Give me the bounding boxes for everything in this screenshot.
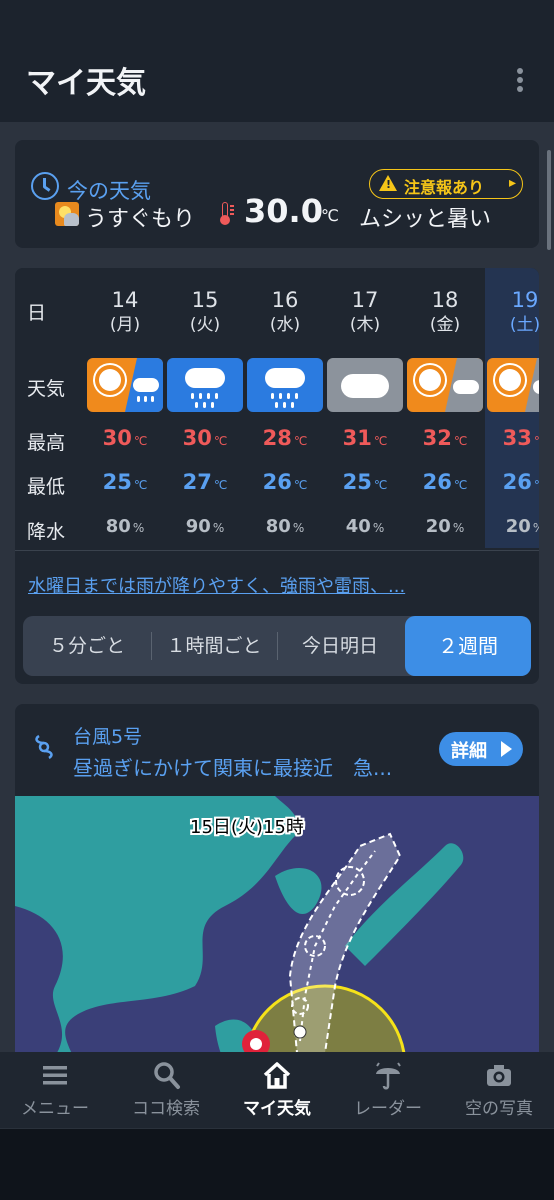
typhoon-icon bbox=[35, 734, 53, 760]
detail-button[interactable]: 詳細 bbox=[439, 732, 523, 766]
low-temp: 27 ℃ bbox=[182, 470, 228, 494]
typhoon-text: 昼過ぎにかけて関東に最接近 急... bbox=[73, 756, 393, 780]
page-title: マイ天気 bbox=[26, 66, 146, 101]
forecast-row-labels: 日 天気 最高 最低 降水 bbox=[15, 268, 85, 548]
forecast-summary-link[interactable]: 水曜日までは雨が降りやすく、強雨や雷雨、... bbox=[28, 572, 405, 598]
high-temp: 32 ℃ bbox=[422, 426, 468, 450]
row-label-rain: 降水 bbox=[27, 521, 66, 543]
current-condition: うすぐもり bbox=[85, 207, 196, 232]
high-temp: 31 ℃ bbox=[342, 426, 388, 450]
rain-icon bbox=[167, 358, 243, 412]
forecast-day-column[interactable]: 18 (金) 32 ℃ 26 ℃ 20% bbox=[405, 268, 485, 548]
main-scroll[interactable]: 今の天気 ! 注意報あり ▸ うすぐもり 30.0 ℃ ムシッと暑い 日 天気 … bbox=[0, 122, 554, 1052]
sun-then-cloud-icon bbox=[487, 358, 539, 412]
nav-item-search[interactable]: ココ検索 bbox=[111, 1052, 221, 1128]
sun-then-cloud-icon bbox=[407, 358, 483, 412]
forecast-day-column[interactable]: 16 (水) 28 ℃ 26 ℃ 80% bbox=[245, 268, 325, 548]
system-bar bbox=[0, 1128, 554, 1200]
low-temp: 26℃ bbox=[422, 470, 468, 494]
nav-item-my-weather[interactable]: マイ天気 bbox=[222, 1052, 332, 1128]
day-weekday: (火) bbox=[189, 315, 221, 335]
forecast-day-column[interactable]: 15 (火) 30 ℃ 27 ℃ 90% bbox=[165, 268, 245, 548]
day-weekday: (水) bbox=[269, 315, 301, 335]
day-number: 14 bbox=[111, 288, 139, 312]
low-temp: 26℃ bbox=[502, 470, 539, 494]
rain-chance: 90% bbox=[185, 516, 225, 537]
umbrella-radar-icon bbox=[376, 1062, 401, 1090]
alert-label: 注意報あり bbox=[404, 178, 485, 197]
typhoon-title: 台風5号 bbox=[73, 726, 143, 748]
day-number: 19 bbox=[511, 288, 539, 312]
rain-chance: 20% bbox=[505, 516, 539, 537]
forecast-day-column[interactable]: 14 (月) 30 ℃ 25 ℃ 80% bbox=[85, 268, 165, 548]
high-temp: 30 ℃ bbox=[182, 426, 228, 450]
high-temp: 33℃ bbox=[502, 426, 539, 450]
nav-label: マイ天気 bbox=[243, 1099, 311, 1119]
scrollbar[interactable] bbox=[547, 150, 551, 250]
row-label-low: 最低 bbox=[27, 476, 66, 498]
warning-icon: ! bbox=[379, 175, 397, 191]
current-temperature: 30.0 bbox=[244, 192, 323, 230]
rain-chance: 80% bbox=[265, 516, 305, 537]
detail-label: 詳細 bbox=[451, 741, 487, 762]
nav-label: ココ検索 bbox=[132, 1099, 200, 1119]
tab-5min[interactable]: ５分ごと bbox=[23, 616, 151, 676]
current-weather-card[interactable]: 今の天気 ! 注意報あり ▸ うすぐもり 30.0 ℃ ムシッと暑い bbox=[15, 140, 539, 248]
tab-2weeks[interactable]: ２週間 bbox=[405, 616, 531, 676]
forecast-day-column[interactable]: 17 (木) 31 ℃ 25 ℃ 40% bbox=[325, 268, 405, 548]
forecast-card: 日 天気 最高 最低 降水 14 (月) 30 ℃ 25 ℃ 80% 15 (火) bbox=[15, 268, 539, 684]
day-weekday: (月) bbox=[109, 315, 141, 335]
tab-today-tomorrow[interactable]: 今日明日 bbox=[277, 616, 403, 676]
rain-chance: 80% bbox=[105, 516, 145, 537]
chevron-right-icon: ▸ bbox=[509, 175, 517, 191]
search-icon bbox=[154, 1062, 180, 1089]
nav-label: 空の写真 bbox=[465, 1099, 533, 1119]
thermometer-icon bbox=[220, 202, 234, 225]
rain-icon bbox=[247, 358, 323, 412]
nav-label: メニュー bbox=[21, 1099, 89, 1119]
nav-item-radar[interactable]: レーダー bbox=[333, 1052, 443, 1128]
day-number: 16 bbox=[271, 288, 299, 312]
low-temp: 25 ℃ bbox=[342, 470, 388, 494]
more-options-icon[interactable] bbox=[508, 64, 532, 96]
partly-cloudy-icon bbox=[55, 202, 79, 226]
rain-chance: 20% bbox=[425, 516, 465, 537]
high-temp: 30 ℃ bbox=[102, 426, 148, 450]
temperature-unit: ℃ bbox=[321, 206, 339, 225]
typhoon-map[interactable]: 15日(火)15時 bbox=[15, 796, 539, 1052]
sun-then-rain-icon bbox=[87, 358, 163, 412]
bottom-nav: メニュー ココ検索 マイ天気 レーダー 空の写真 bbox=[0, 1052, 554, 1128]
interval-tabs: ５分ごと １時間ごと 今日明日 ２週間 bbox=[23, 616, 531, 676]
home-icon bbox=[263, 1062, 291, 1089]
low-temp: 26℃ bbox=[262, 470, 308, 494]
play-arrow-icon bbox=[501, 741, 512, 757]
nav-item-menu[interactable]: メニュー bbox=[0, 1052, 110, 1128]
high-temp: 28 ℃ bbox=[262, 426, 308, 450]
menu-icon bbox=[43, 1066, 67, 1085]
row-label-day: 日 bbox=[27, 302, 47, 324]
feel-description: ムシッと暑い bbox=[359, 207, 492, 232]
forecast-day-column[interactable]: 19 (土) 33℃ 26℃ 20% bbox=[485, 268, 539, 548]
rain-chance: 40% bbox=[345, 516, 385, 537]
nav-item-sky-photos[interactable]: 空の写真 bbox=[444, 1052, 554, 1128]
day-number: 18 bbox=[431, 288, 459, 312]
day-weekday: (土) bbox=[509, 315, 539, 335]
camera-icon bbox=[487, 1065, 511, 1086]
app-bar: マイ天気 bbox=[0, 0, 554, 122]
row-label-high: 最高 bbox=[27, 432, 66, 454]
day-weekday: (木) bbox=[349, 315, 381, 335]
nav-label: レーダー bbox=[354, 1099, 422, 1119]
alert-badge[interactable]: ! 注意報あり ▸ bbox=[369, 169, 523, 199]
day-number: 17 bbox=[351, 288, 379, 312]
day-weekday: (金) bbox=[429, 315, 461, 335]
clock-icon bbox=[31, 172, 59, 200]
low-temp: 25 ℃ bbox=[102, 470, 148, 494]
typhoon-card[interactable]: 台風5号 昼過ぎにかけて関東に最接近 急... 詳細 15日(火)15時 bbox=[15, 704, 539, 1052]
map-time-label: 15日(火)15時 bbox=[190, 817, 304, 838]
row-label-weather: 天気 bbox=[27, 378, 66, 400]
tab-hourly[interactable]: １時間ごと bbox=[151, 616, 277, 676]
day-number: 15 bbox=[191, 288, 219, 312]
divider bbox=[15, 550, 539, 551]
cloudy-icon bbox=[327, 358, 403, 412]
